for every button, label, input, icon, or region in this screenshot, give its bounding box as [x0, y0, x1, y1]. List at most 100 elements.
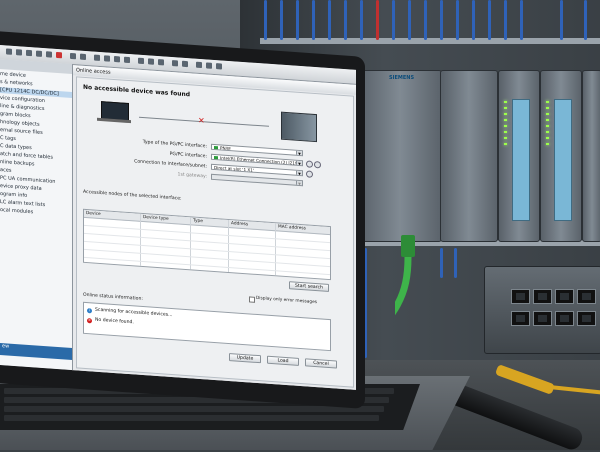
- col-address[interactable]: Address: [230, 220, 248, 228]
- compile-icon[interactable]: [94, 54, 100, 61]
- online-status-label: Online status information:: [83, 292, 143, 302]
- tree-item[interactable]: s & networks: [0, 79, 33, 87]
- wire: [560, 0, 563, 40]
- ethernet-port: [533, 289, 552, 304]
- col-type[interactable]: Type: [192, 217, 203, 225]
- window-icon[interactable]: [216, 63, 222, 70]
- wire: [584, 0, 587, 40]
- plc-io-module: [582, 70, 600, 242]
- error-icon: ✕: [87, 318, 92, 324]
- tree-item[interactable]: gram blocks: [0, 111, 31, 119]
- cut-icon[interactable]: [26, 49, 32, 57]
- tree-item[interactable]: C data types: [0, 143, 32, 151]
- wire: [344, 0, 347, 40]
- simulate-icon[interactable]: [124, 56, 130, 64]
- display-errors-checkbox[interactable]: [249, 296, 255, 303]
- online-access-dialog: Online access No accessible device was f…: [72, 64, 356, 390]
- accessible-nodes-label: Accessible nodes of the selected interfa…: [83, 189, 182, 202]
- details-view-header[interactable]: ew: [0, 343, 74, 361]
- ethernet-port: [577, 289, 596, 304]
- load-button[interactable]: Load: [267, 355, 299, 366]
- wire: [520, 0, 523, 40]
- ethernet-port: [511, 289, 530, 304]
- col-device-type[interactable]: Device type: [142, 214, 169, 223]
- go-online-icon[interactable]: [138, 57, 144, 65]
- chevron-down-icon: ▼: [296, 160, 302, 167]
- wire: [312, 0, 315, 40]
- go-offline-icon[interactable]: [148, 58, 154, 65]
- info-icon: i: [87, 308, 92, 314]
- chevron-down-icon: ▼: [296, 150, 302, 157]
- module-label-strip: [554, 99, 572, 221]
- split-editor-icon[interactable]: [206, 62, 212, 69]
- save-icon[interactable]: [6, 48, 12, 55]
- connection-error-icon: ✕: [198, 115, 205, 126]
- wire: [408, 0, 411, 40]
- plc-device-icon: [281, 111, 317, 143]
- wire: [424, 0, 427, 40]
- wire: [376, 0, 379, 40]
- tree-item[interactable]: aces: [0, 167, 12, 174]
- plc-io-module: [498, 70, 540, 242]
- col-device[interactable]: Device: [85, 210, 101, 218]
- accessible-devices-icon[interactable]: [158, 59, 164, 66]
- chevron-down-icon: ▼: [296, 180, 302, 187]
- wire: [440, 248, 443, 278]
- din-rail-top: [260, 38, 600, 44]
- stop-cpu-icon[interactable]: [182, 60, 188, 68]
- wire: [360, 0, 363, 40]
- wire: [504, 0, 507, 40]
- connection-info-icon[interactable]: [306, 170, 313, 178]
- online-status-log: i Scanning for accessible devices... ✕ N…: [83, 301, 331, 352]
- log-message: No device found.: [95, 317, 134, 326]
- start-cpu-icon[interactable]: [172, 60, 178, 67]
- upload-icon[interactable]: [114, 55, 120, 63]
- module-label-strip: [512, 99, 530, 221]
- update-button[interactable]: Update: [229, 353, 261, 364]
- wire: [440, 0, 443, 40]
- tree-item[interactable]: C tags: [0, 135, 16, 142]
- col-mac-address[interactable]: MAC address: [277, 223, 306, 232]
- brand-label: SIEMENS: [389, 75, 415, 81]
- redo-icon[interactable]: [80, 53, 86, 61]
- cancel-button[interactable]: Cancel: [305, 358, 337, 369]
- delete-icon[interactable]: [56, 51, 62, 59]
- ethernet-port: [533, 311, 552, 326]
- ethernet-port: [511, 311, 530, 326]
- status-leds: [504, 101, 507, 149]
- print-icon[interactable]: [16, 49, 22, 56]
- wire: [296, 0, 299, 40]
- gateway-select[interactable]: ▼: [211, 173, 303, 187]
- wire: [280, 0, 283, 40]
- laptop-screen: me device s & networks [CPU 1214C DC/DC/…: [0, 45, 356, 390]
- display-errors-label: Display only error messages: [256, 295, 317, 306]
- project-tree: me device s & networks [CPU 1214C DC/DC/…: [0, 59, 74, 371]
- start-search-button[interactable]: Start search: [289, 281, 329, 293]
- ethernet-port: [555, 289, 574, 304]
- wire: [488, 0, 491, 40]
- tree-item[interactable]: me device: [0, 71, 26, 79]
- tree-item[interactable]: ocal modules: [0, 207, 33, 215]
- undo-icon[interactable]: [70, 52, 76, 60]
- copy-icon[interactable]: [36, 50, 42, 57]
- status-heading: No accessible device was found: [83, 83, 191, 99]
- network-switch: [484, 266, 600, 354]
- accessible-nodes-table: Device Device type Type Address MAC addr…: [83, 208, 331, 281]
- download-icon[interactable]: [104, 55, 110, 62]
- network-icon: [214, 145, 218, 150]
- paste-icon[interactable]: [46, 51, 52, 58]
- ethernet-port: [577, 311, 596, 326]
- plc-io-module: [540, 70, 582, 242]
- tree-item[interactable]: nline backups: [0, 159, 34, 167]
- wire: [472, 0, 475, 40]
- ethernet-cable: [395, 235, 415, 316]
- wire: [328, 0, 331, 40]
- chevron-down-icon: ▼: [296, 170, 302, 177]
- interface-properties-icon[interactable]: [306, 160, 313, 168]
- tree-item[interactable]: ogram info: [0, 191, 27, 199]
- interface-diagnostics-icon[interactable]: [314, 160, 321, 169]
- cross-reference-icon[interactable]: [196, 61, 202, 69]
- wire: [392, 0, 395, 40]
- wire: [264, 0, 267, 40]
- dialog-body: No accessible device was found ✕ Type of…: [76, 76, 354, 388]
